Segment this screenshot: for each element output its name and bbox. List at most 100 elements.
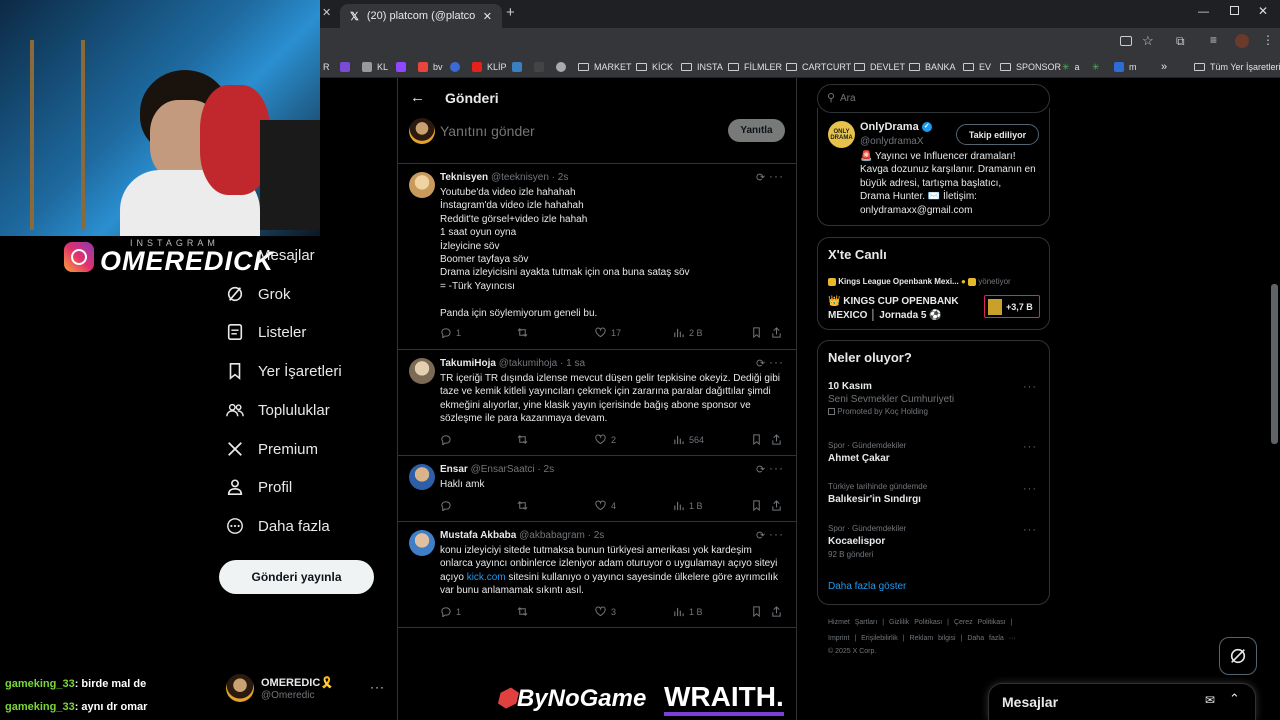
retweet-action[interactable]: [517, 606, 533, 617]
bookmarks-overflow-icon[interactable]: »: [1161, 56, 1167, 78]
bookmark-folder[interactable]: MARKET: [578, 56, 632, 78]
share-action[interactable]: [771, 434, 782, 445]
sidebar-item-bookmarks[interactable]: Yer İşaretleri: [226, 356, 342, 386]
sidebar-item-lists[interactable]: Listeler: [226, 317, 306, 347]
bookmark-item[interactable]: R: [323, 56, 330, 78]
tweet-author[interactable]: Teknisyen: [440, 172, 488, 183]
tweet[interactable]: TakumiHoja @takumihoja · 1 sa ⟳ ··· TR i…: [398, 350, 796, 456]
grok-icon[interactable]: ⟳: [756, 171, 765, 184]
sidebar-item-premium[interactable]: Premium: [226, 434, 318, 464]
footer-link[interactable]: Çerez Politikası: [954, 619, 1006, 626]
trend-item[interactable]: 10 Kasım Seni Sevmekler Cumhuriyeti Prom…: [828, 381, 1038, 416]
bookmark-folder[interactable]: CARTCURT: [786, 56, 851, 78]
profile-name-row[interactable]: OnlyDrama ✓: [860, 121, 932, 133]
new-tab-icon[interactable]: +: [506, 4, 515, 21]
bookmark-item[interactable]: [340, 56, 350, 78]
tweet-avatar[interactable]: [409, 358, 435, 384]
bookmark-item[interactable]: [396, 56, 406, 78]
bookmark-action[interactable]: [751, 500, 762, 511]
tweet-more-icon[interactable]: ···: [769, 169, 784, 183]
sidebar-item-messages[interactable]: Mesajlar: [258, 240, 315, 270]
footer-link[interactable]: Imprint: [828, 635, 849, 642]
reply-action[interactable]: [440, 500, 456, 511]
reply-button[interactable]: Yanıtla: [728, 119, 785, 142]
following-button[interactable]: Takip ediliyor: [956, 124, 1039, 145]
trend-more-icon[interactable]: ···: [1023, 441, 1037, 453]
new-message-icon[interactable]: ✉: [1205, 693, 1215, 707]
trend-more-icon[interactable]: ···: [1023, 483, 1037, 495]
all-bookmarks-button[interactable]: Tüm Yer İşaretleri: [1194, 56, 1280, 78]
tweet[interactable]: Teknisyen @teeknisyen · 2s ⟳ ··· Youtube…: [398, 163, 796, 350]
footer-link[interactable]: Hizmet Şartları: [828, 619, 877, 626]
minimize-icon[interactable]: —: [1198, 6, 1209, 18]
footer-link[interactable]: Gizlilik Politikası: [889, 619, 942, 626]
sidebar-item-grok[interactable]: Grok: [226, 279, 291, 309]
like-action[interactable]: 17: [595, 327, 621, 338]
messages-drawer[interactable]: Mesajlar ✉ ⌃: [988, 683, 1256, 720]
views-action[interactable]: 2 B: [673, 327, 703, 338]
bookmark-item[interactable]: m: [1114, 56, 1137, 78]
bookmark-action[interactable]: [751, 327, 762, 338]
share-action[interactable]: [771, 606, 782, 617]
trend-more-icon[interactable]: ···: [1023, 524, 1037, 536]
media-icon[interactable]: ≡: [1210, 33, 1217, 47]
views-action[interactable]: 564: [673, 434, 704, 445]
footer-link[interactable]: Daha fazla ···: [967, 635, 1015, 642]
bookmark-action[interactable]: [751, 434, 762, 445]
cast-icon[interactable]: [1120, 36, 1132, 46]
bookmark-folder[interactable]: INSTA: [681, 56, 723, 78]
bookmark-folder[interactable]: EV: [963, 56, 991, 78]
back-arrow-icon[interactable]: ←: [410, 89, 425, 106]
bookmark-folder[interactable]: KİCK: [636, 56, 673, 78]
grok-icon[interactable]: ⟳: [756, 357, 765, 370]
search-input[interactable]: [840, 90, 1040, 106]
star-icon[interactable]: ☆: [1142, 33, 1154, 49]
avatar[interactable]: [1235, 34, 1249, 48]
tweet-avatar[interactable]: [409, 464, 435, 490]
menu-icon[interactable]: ⋮: [1262, 33, 1274, 47]
bookmark-folder[interactable]: FİLMLER: [728, 56, 782, 78]
sidebar-item-profile[interactable]: Profil: [226, 472, 292, 502]
tweet-more-icon[interactable]: ···: [769, 461, 784, 475]
retweet-action[interactable]: [517, 327, 533, 338]
grok-floating-button[interactable]: [1219, 637, 1257, 675]
post-button[interactable]: Gönderi yayınla: [219, 560, 374, 594]
extensions-icon[interactable]: ⧉: [1176, 34, 1185, 49]
account-avatar[interactable]: [226, 674, 254, 702]
bookmark-folder[interactable]: SPONSOR: [1000, 56, 1061, 78]
page-scrollbar[interactable]: [1271, 284, 1278, 444]
reply-action[interactable]: 1: [440, 606, 461, 617]
share-action[interactable]: [771, 500, 782, 511]
bookmark-item[interactable]: bv: [418, 56, 443, 78]
bookmark-item[interactable]: ✳: [1092, 56, 1100, 78]
bookmark-item[interactable]: [450, 56, 460, 78]
tweet[interactable]: Ensar @EnsarSaatci · 2s ⟳ ··· Haklı amk …: [398, 456, 796, 522]
retweet-action[interactable]: [517, 434, 533, 445]
trend-more-icon[interactable]: ···: [1023, 381, 1037, 393]
tab-close-icon[interactable]: ✕: [322, 6, 331, 19]
tweet-author[interactable]: TakumiHoja: [440, 358, 496, 369]
reply-action[interactable]: [440, 434, 456, 445]
tab-close-icon[interactable]: ✕: [483, 10, 492, 23]
like-action[interactable]: 4: [595, 500, 616, 511]
footer-link[interactable]: Erişilebilirlik: [861, 635, 898, 642]
reply-action[interactable]: 1: [440, 327, 461, 338]
bookmark-item[interactable]: [512, 56, 522, 78]
reply-input[interactable]: [440, 120, 700, 142]
bookmark-item[interactable]: [534, 56, 544, 78]
sidebar-item-communities[interactable]: Topluluklar: [226, 395, 330, 425]
like-action[interactable]: 2: [595, 434, 616, 445]
footer-link[interactable]: Reklam bilgisi: [909, 635, 955, 642]
live-card[interactable]: X'te Canlı Kings League Openbank Mexi...…: [817, 237, 1050, 330]
tweet-author[interactable]: Ensar: [440, 464, 468, 475]
trend-item[interactable]: Spor · Gündemdekiler Kocaelispor 92 B gö…: [828, 524, 1038, 559]
expand-icon[interactable]: ⌃: [1229, 691, 1240, 707]
grok-icon[interactable]: ⟳: [756, 463, 765, 476]
bookmark-item[interactable]: ✳ a: [1062, 56, 1080, 78]
tweet[interactable]: Mustafa Akbaba @akbabagram · 2s ⟳ ··· ko…: [398, 522, 796, 628]
bookmark-folder[interactable]: DEVLET: [854, 56, 905, 78]
trend-item[interactable]: Spor · Gündemdekiler Ahmet Çakar: [828, 441, 1038, 464]
tweet-avatar[interactable]: [409, 172, 435, 198]
tweet-more-icon[interactable]: ···: [769, 355, 784, 369]
views-action[interactable]: 1 B: [673, 500, 703, 511]
